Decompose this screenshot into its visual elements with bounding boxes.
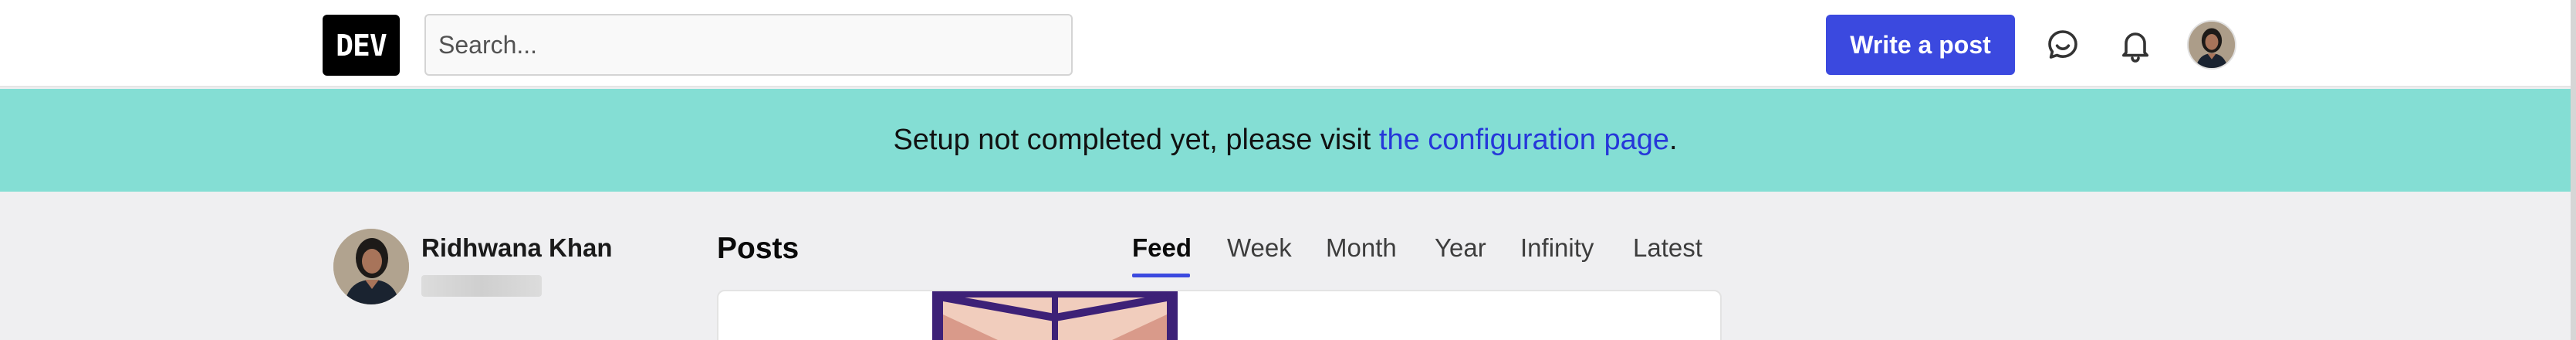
user-photo	[2189, 22, 2235, 68]
notifications-button[interactable]	[2112, 22, 2158, 68]
tab-month[interactable]: Month	[1326, 233, 1397, 263]
bell-icon	[2122, 32, 2148, 63]
write-post-button[interactable]: Write a post	[1826, 15, 2015, 75]
chat-icon	[2048, 30, 2077, 59]
tab-year[interactable]: Year	[1435, 233, 1486, 263]
post-cover-image[interactable]	[932, 291, 1178, 340]
window-edge	[2571, 0, 2576, 340]
user-avatar[interactable]	[333, 229, 409, 304]
profile-avatar[interactable]	[2187, 20, 2236, 70]
cover-illustration	[932, 291, 1178, 340]
posts-heading: Posts	[717, 232, 800, 265]
tab-infinity[interactable]: Infinity	[1520, 233, 1594, 263]
tab-week[interactable]: Week	[1227, 233, 1292, 263]
tab-feed[interactable]: Feed	[1132, 233, 1192, 263]
banner-text: Setup not completed yet, please visit	[893, 124, 1371, 156]
top-header: DEV Write a post	[0, 0, 2576, 87]
setup-banner: Setup not completed yet, please visit th…	[0, 89, 2571, 192]
dev-logo[interactable]: DEV	[323, 15, 400, 76]
user-subtitle-placeholder	[421, 275, 542, 297]
configuration-page-link[interactable]: the configuration page	[1379, 124, 1669, 157]
active-tab-indicator	[1132, 274, 1190, 277]
post-card[interactable]	[717, 290, 1722, 340]
search-input[interactable]	[424, 14, 1073, 76]
tab-latest[interactable]: Latest	[1633, 233, 1702, 263]
chat-button[interactable]	[2040, 22, 2086, 68]
user-photo-large	[333, 229, 409, 304]
user-name[interactable]: Ridhwana Khan	[421, 233, 613, 263]
banner-text-end: .	[1669, 124, 1678, 156]
